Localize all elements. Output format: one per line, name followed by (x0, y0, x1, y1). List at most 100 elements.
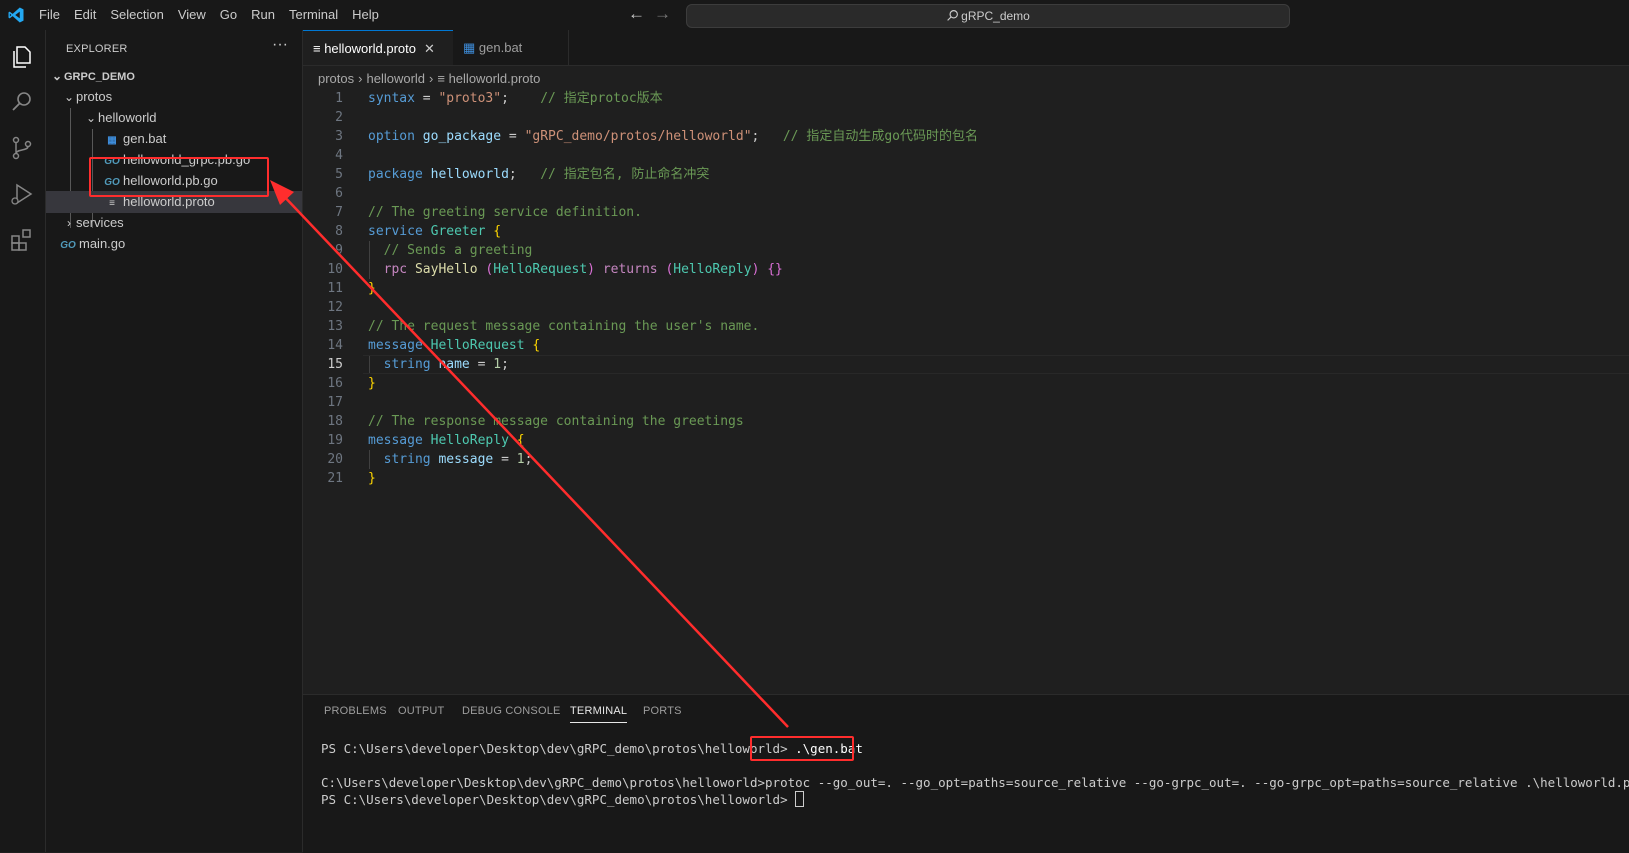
panel-tab-problems[interactable]: PROBLEMS (324, 705, 387, 717)
code-token: = (414, 91, 439, 106)
code-line[interactable]: 17 (303, 393, 1629, 412)
code-line[interactable]: 11} (303, 279, 1629, 298)
vscode-logo-icon[interactable] (7, 6, 25, 24)
tab-helloworld-proto[interactable]: ≡ helloworld.proto ✕ (303, 30, 453, 65)
code-text: } (368, 279, 376, 298)
code-text: // The request message containing the us… (368, 317, 759, 336)
code-token: helloworld (430, 167, 509, 182)
line-number: 14 (327, 338, 343, 353)
code-text: message HelloRequest { (368, 336, 540, 355)
menu-edit[interactable]: Edit (67, 0, 103, 30)
code-line[interactable]: 2 (303, 108, 1629, 127)
code-token: name (438, 357, 470, 372)
explorer-sidebar: EXPLORER ··· ⌄ GRPC_DEMO ⌄ protos ⌄ hellowo… (46, 30, 303, 852)
menu-file[interactable]: File (32, 0, 67, 30)
breadcrumb-item-file[interactable]: helloworld.proto (449, 71, 541, 86)
code-token: = (469, 357, 494, 372)
terminal-line-3[interactable]: PS C:\Users\developer\Desktop\dev\gRPC_d… (321, 791, 805, 808)
code-line[interactable]: 1 syntax = "proto3"; // 指定protoc版本 (303, 89, 1629, 108)
extensions-icon[interactable] (8, 226, 36, 254)
tree-folder-services[interactable]: › services (46, 212, 302, 234)
line-number: 11 (327, 281, 343, 296)
menu-go[interactable]: Go (213, 0, 244, 30)
code-line[interactable]: 16} (303, 374, 1629, 393)
terminal-output-line: C:\Users\developer\Desktop\dev\gRPC_demo… (321, 775, 1629, 790)
command-center-label: gRPC_demo (961, 9, 1030, 23)
code-token: HelloReply (673, 262, 752, 277)
code-line[interactable]: 12 (303, 298, 1629, 317)
code-token: service (368, 224, 423, 239)
run-debug-icon[interactable] (8, 180, 36, 208)
tree-label: gen.bat (123, 131, 167, 146)
menu-view[interactable]: View (171, 0, 213, 30)
tree-label: GRPC_DEMO (64, 71, 135, 83)
forward-arrow-icon[interactable]: → (654, 4, 671, 24)
tree-folder-helloworld[interactable]: ⌄ helloworld (46, 107, 302, 129)
menu-run[interactable]: Run (244, 0, 282, 30)
code-token: } (368, 471, 376, 486)
code-token: "gRPC_demo/protos/helloworld" (524, 129, 752, 144)
search-icon (947, 10, 959, 21)
source-control-icon[interactable] (8, 134, 36, 162)
code-line[interactable]: 5 package helloworld; // 指定包名, 防止命名冲突 (303, 165, 1629, 184)
code-token: = (501, 129, 525, 144)
command-center-search[interactable]: gRPC_demo (686, 4, 1290, 28)
code-line[interactable]: 3 option go_package = "gRPC_demo/protos/h… (303, 127, 1629, 146)
code-token: message (438, 452, 494, 467)
code-line[interactable]: 20 string message = 1; (303, 450, 1629, 469)
code-line[interactable]: 18 // The response message containing the… (303, 412, 1629, 431)
code-token: { (493, 224, 502, 239)
tree-file-main-go[interactable]: GO main.go (46, 233, 302, 255)
code-line[interactable]: 21} (303, 469, 1629, 488)
code-editor[interactable]: 1 syntax = "proto3"; // 指定protoc版本 2 3 optio… (303, 89, 1629, 694)
close-icon[interactable]: ✕ (424, 41, 435, 56)
code-line[interactable]: 6 (303, 184, 1629, 203)
code-token: "proto3" (438, 91, 502, 106)
code-text: // The response message containing the g… (368, 412, 744, 431)
panel-tab-output[interactable]: OUTPUT (398, 705, 444, 717)
code-text: string name = 1; (368, 355, 509, 374)
code-token: 1 (516, 452, 525, 467)
code-token: { (532, 338, 541, 353)
code-token: // 指定自动生成go代码时的包名 (782, 129, 978, 144)
tree-label: main.go (79, 236, 126, 251)
code-token: ; (508, 167, 541, 182)
code-token: SayHello (414, 262, 478, 277)
code-line[interactable]: 10 rpc SayHello (HelloRequest) returns (… (303, 260, 1629, 279)
code-line[interactable]: 8 service Greeter { (303, 222, 1629, 241)
panel-tab-debug-console[interactable]: DEBUG CONSOLE (462, 705, 561, 717)
breadcrumb-item-helloworld[interactable]: helloworld (366, 71, 425, 86)
line-number: 7 (335, 205, 343, 220)
code-token: message (368, 338, 423, 353)
code-line[interactable]: 19 message HelloReply { (303, 431, 1629, 450)
menu-terminal[interactable]: Terminal (282, 0, 345, 30)
code-line[interactable]: 9 // Sends a greeting (303, 241, 1629, 260)
line-number: 9 (335, 243, 343, 258)
code-line[interactable]: 13 // The request message containing the … (303, 317, 1629, 336)
breadcrumb-item-protos[interactable]: protos (318, 71, 354, 86)
code-line[interactable]: 7 // The greeting service definition. (303, 203, 1629, 222)
search-view-icon[interactable] (8, 88, 36, 116)
breadcrumb: protos › helloworld › ≡ helloworld.proto (318, 68, 540, 90)
code-text: // Sends a greeting (368, 241, 533, 260)
panel-tab-terminal[interactable]: TERMINAL (570, 705, 628, 723)
code-line[interactable]: 15 string name = 1; (303, 355, 1629, 374)
tree-root-grpc-demo[interactable]: ⌄ GRPC_DEMO (46, 65, 302, 87)
code-line[interactable]: 14 message HelloRequest { (303, 336, 1629, 355)
back-arrow-icon[interactable]: ← (628, 4, 645, 24)
code-text: package helloworld; // 指定包名, 防止命名冲突 (368, 165, 709, 184)
menu-selection[interactable]: Selection (103, 0, 170, 30)
explorer-more-actions[interactable]: ··· (272, 36, 288, 54)
panel-tab-ports[interactable]: PORTS (643, 705, 682, 717)
code-line[interactable]: 4 (303, 146, 1629, 165)
tree-file-gen-bat[interactable]: ▦ gen.bat (46, 128, 302, 150)
menu-help[interactable]: Help (345, 0, 386, 30)
explorer-files-icon[interactable] (8, 42, 36, 70)
tree-folder-protos[interactable]: ⌄ protos (46, 86, 302, 108)
tab-gen-bat[interactable]: ▦ gen.bat (453, 30, 569, 65)
